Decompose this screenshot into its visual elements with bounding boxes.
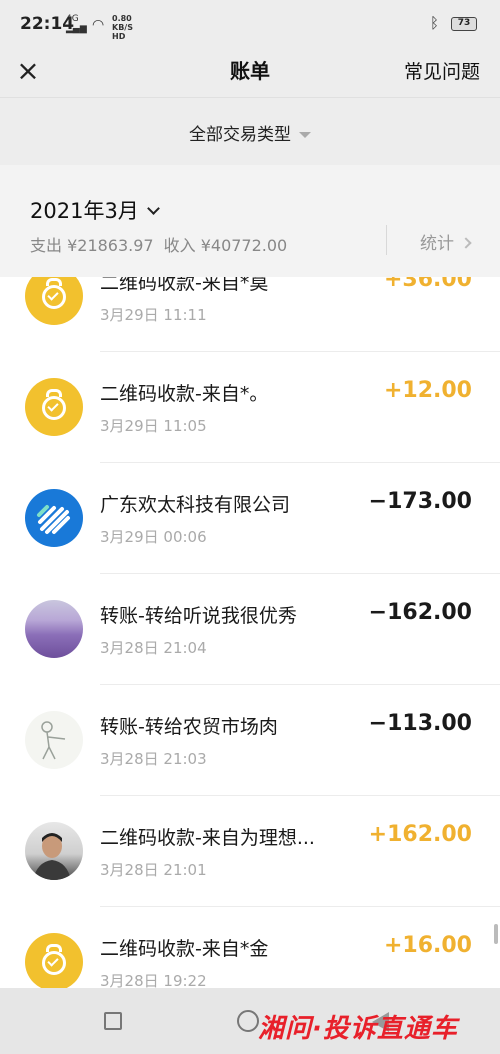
filter-label: 全部交易类型 (189, 125, 291, 145)
transaction-row[interactable]: 广东欢太科技有限公司 3月29日 00:06 −173.00 (0, 463, 500, 574)
month-label: 2021年3月 (30, 199, 139, 223)
transaction-title: 转账-转给农贸市场肉 (100, 716, 278, 738)
transaction-amount: −173.00 (368, 489, 472, 514)
net-speed-value: 0.80 KB/S (112, 14, 133, 32)
transaction-title: 二维码收款-来自为理想... (100, 827, 315, 849)
transaction-time: 3月28日 21:03 (100, 750, 207, 768)
income-total: 收入 ¥40772.00 (163, 236, 288, 255)
wifi-icon: ◠ (92, 17, 105, 33)
month-selector[interactable]: 2021年3月 (30, 195, 160, 225)
transaction-row[interactable]: 二维码收款-来自*莫 3月29日 11:11 +36.00 (0, 277, 500, 352)
chevron-down-icon (146, 202, 160, 215)
hd-badge: HD (112, 32, 126, 41)
chevron-right-icon (460, 237, 472, 249)
filter-bar: 全部交易类型 (0, 97, 500, 165)
net-speed: 0.80 KB/S HD (112, 14, 133, 41)
transaction-amount: −113.00 (368, 711, 472, 736)
transaction-title: 转账-转给听说我很优秀 (100, 605, 297, 627)
transaction-time: 3月29日 11:11 (100, 306, 207, 324)
transaction-amount: +162.00 (368, 822, 472, 847)
person-photo (25, 822, 83, 880)
transaction-time: 3月29日 11:05 (100, 417, 207, 435)
transaction-time: 3月28日 21:04 (100, 639, 207, 657)
stats-button[interactable]: 统计 (420, 229, 472, 254)
transaction-list[interactable]: 二维码收款-来自*莫 3月29日 11:11 +36.00 二维码收款-来自*。… (0, 277, 500, 988)
transaction-title: 二维码收款-来自*金 (100, 938, 269, 960)
transaction-type-filter[interactable]: 全部交易类型 (0, 120, 500, 145)
status-bar: 22:14 4G ▂▄▆ ◠ 0.80 KB/S HD ᛒ 73 (0, 0, 500, 50)
wallet-icon (25, 277, 83, 325)
network-status: ◠ 0.80 KB/S HD (92, 14, 133, 41)
transaction-row[interactable]: 二维码收款-来自为理想... 3月28日 21:01 +162.00 (0, 796, 500, 907)
sketch-figure-photo (25, 711, 83, 769)
transaction-row[interactable]: 转账-转给农贸市场肉 3月28日 21:03 −113.00 (0, 685, 500, 796)
battery-icon: 73 (451, 17, 477, 31)
bluetooth-icon: ᛒ (430, 14, 440, 32)
transaction-title: 二维码收款-来自*。 (100, 383, 269, 405)
transaction-amount: −162.00 (368, 600, 472, 625)
home-icon[interactable] (237, 1010, 259, 1032)
wallet-icon (25, 378, 83, 436)
nav-bar: × 账单 常见问题 (0, 50, 500, 97)
transaction-title: 广东欢太科技有限公司 (100, 494, 291, 516)
expense-total: 支出 ¥21863.97 (30, 236, 154, 255)
month-summary: 2021年3月 支出 ¥21863.97 收入 ¥40772.00 统计 (0, 165, 500, 277)
transaction-row[interactable]: 转账-转给听说我很优秀 3月28日 21:04 −162.00 (0, 574, 500, 685)
transaction-row[interactable]: 二维码收款-来自*金 3月28日 19:22 +16.00 (0, 907, 500, 988)
company-logo (25, 489, 83, 547)
stats-label: 统计 (420, 234, 454, 254)
transaction-time: 3月28日 19:22 (100, 972, 207, 988)
signal-icon: 4G ▂▄▆ (66, 14, 87, 34)
signal-label: 4G (66, 14, 79, 24)
recent-apps-icon[interactable] (104, 1012, 122, 1030)
transaction-amount: +12.00 (383, 378, 472, 403)
scrollbar[interactable] (494, 924, 498, 944)
month-totals: 支出 ¥21863.97 收入 ¥40772.00 (30, 232, 297, 256)
lavender-field-photo (25, 600, 83, 658)
transaction-amount: +36.00 (383, 277, 472, 292)
transaction-title: 二维码收款-来自*莫 (100, 277, 269, 294)
dropdown-arrow-icon (299, 132, 311, 138)
transaction-time: 3月28日 21:01 (100, 861, 207, 879)
transaction-time: 3月29日 00:06 (100, 528, 207, 546)
watermark: 湘问·投诉直通车 (258, 1014, 458, 1044)
transaction-amount: +16.00 (383, 933, 472, 958)
faq-button[interactable]: 常见问题 (404, 57, 480, 84)
wallet-icon (25, 933, 83, 988)
transaction-row[interactable]: 二维码收款-来自*。 3月29日 11:05 +12.00 (0, 352, 500, 463)
divider (386, 225, 387, 255)
